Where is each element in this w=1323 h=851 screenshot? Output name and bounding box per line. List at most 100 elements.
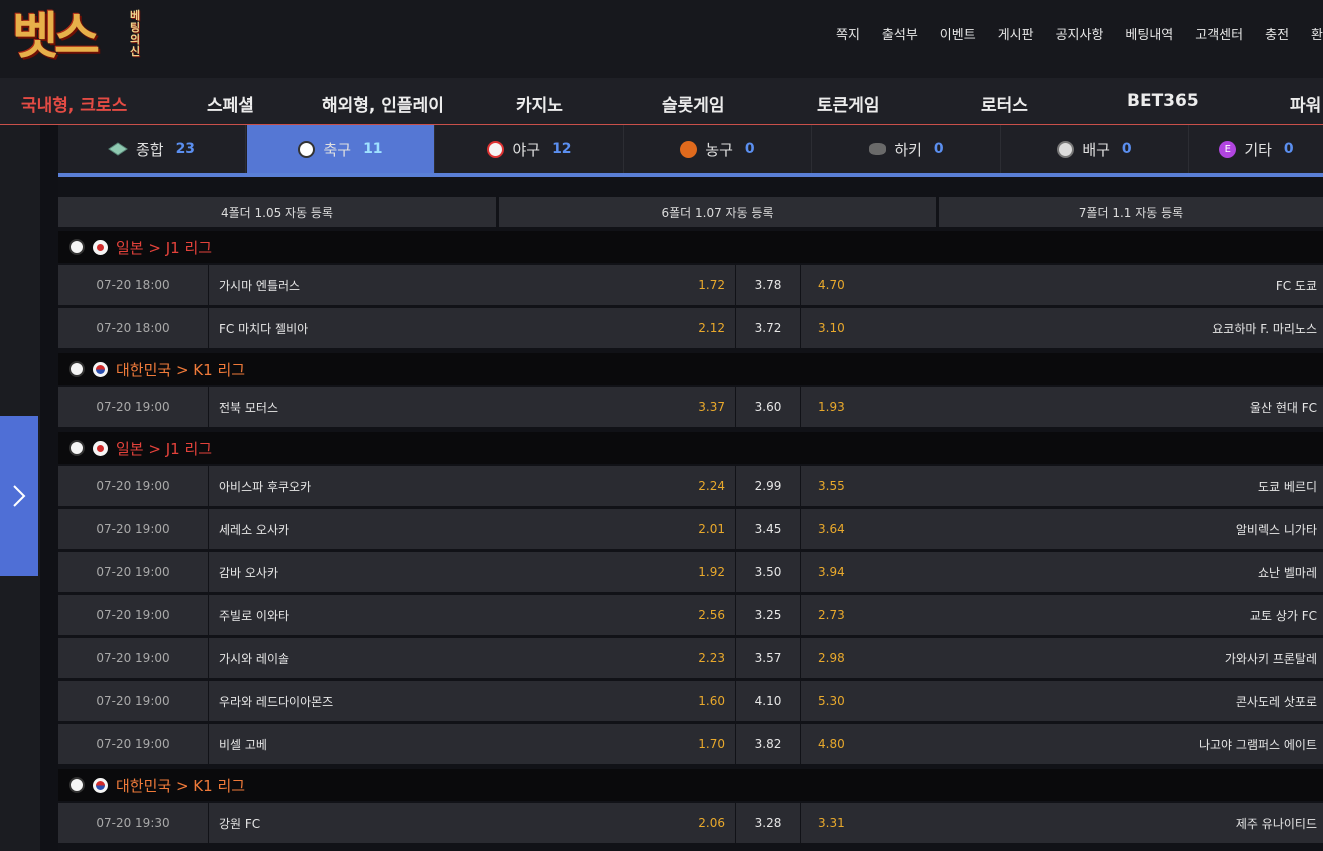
- top-nav-events[interactable]: 이벤트: [929, 24, 987, 43]
- away-bet-button[interactable]: 4.70 FC 도쿄: [801, 265, 1323, 305]
- main-nav-lotus[interactable]: 로터스: [981, 91, 1028, 116]
- away-odds: 3.31: [818, 816, 845, 830]
- top-nav-messages[interactable]: 쪽지: [825, 24, 871, 43]
- game-row: 07-20 19:00 우라와 레드다이아몬즈 1.60 4.10 5.30 콘사도…: [58, 681, 1323, 721]
- home-team: 가시와 레이솔: [219, 651, 290, 666]
- home-team: 가시마 엔틀러스: [219, 278, 301, 293]
- game-time: 07-20 18:00: [58, 308, 208, 348]
- draw-bet-button[interactable]: 3.45: [736, 509, 800, 549]
- bonus-6-folder-button[interactable]: 6폴더 1.07 자동 등록: [499, 197, 936, 227]
- soccer-icon: [69, 440, 85, 456]
- tab-other[interactable]: E 기타 0: [1190, 125, 1323, 173]
- draw-bet-button[interactable]: 3.50: [736, 552, 800, 592]
- volleyball-icon: [1057, 140, 1075, 158]
- home-team: 감바 오사카: [219, 565, 279, 580]
- draw-bet-button[interactable]: 3.78: [736, 265, 800, 305]
- main-nav-casino[interactable]: 카지노: [516, 91, 563, 116]
- tab-baseball[interactable]: 야구 12: [436, 125, 624, 173]
- game-time: 07-20 19:00: [58, 681, 208, 721]
- away-team: 콘사도레 삿포로: [1235, 694, 1317, 709]
- game-row: 07-20 19:30 강원 FC 2.06 3.28 3.31 제주 유나이티드: [58, 803, 1323, 843]
- home-bet-button[interactable]: 전북 모터스 3.37: [209, 387, 735, 427]
- game-time: 07-20 19:00: [58, 724, 208, 764]
- away-team: 도쿄 베르디: [1257, 479, 1317, 494]
- divider: [40, 125, 58, 851]
- away-odds: 3.64: [818, 522, 845, 536]
- away-bet-button[interactable]: 2.98 가와사키 프론탈레: [801, 638, 1323, 678]
- game-time: 07-20 19:00: [58, 509, 208, 549]
- top-nav-bet-history[interactable]: 베팅내역: [1114, 24, 1184, 43]
- home-bet-button[interactable]: 감바 오사카 1.92: [209, 552, 735, 592]
- draw-bet-button[interactable]: 3.28: [736, 803, 800, 843]
- away-bet-button[interactable]: 1.93 울산 현대 FC: [801, 387, 1323, 427]
- draw-bet-button[interactable]: 3.60: [736, 387, 800, 427]
- main-nav-overseas-inplay[interactable]: 해외형, 인플레이: [322, 91, 444, 116]
- soccer-icon: [298, 140, 316, 158]
- top-nav-exchange[interactable]: 환: [1300, 24, 1323, 43]
- basketball-icon: [680, 140, 698, 158]
- tab-basketball[interactable]: 농구 0: [624, 125, 812, 173]
- away-team: FC 도쿄: [1275, 278, 1317, 293]
- home-bet-button[interactable]: 우라와 레드다이아몬즈 1.60: [209, 681, 735, 721]
- top-nav-support[interactable]: 고객센터: [1184, 24, 1254, 43]
- tab-all[interactable]: 종합 23: [58, 125, 246, 173]
- home-odds: 1.70: [698, 737, 725, 751]
- main-nav-bet365[interactable]: BET365: [1127, 91, 1199, 111]
- main-nav-token[interactable]: 토큰게임: [817, 91, 880, 116]
- tab-count: 12: [552, 141, 572, 157]
- away-odds: 3.10: [818, 321, 845, 335]
- main-nav-power[interactable]: 파워: [1290, 91, 1321, 116]
- draw-bet-button[interactable]: 3.72: [736, 308, 800, 348]
- home-bet-button[interactable]: 비셀 고베 1.70: [209, 724, 735, 764]
- game-row: 07-20 18:00 FC 마치다 젤비아 2.12 3.72 3.10 요코하마…: [58, 308, 1323, 348]
- away-odds: 1.93: [818, 400, 845, 414]
- main-nav: 국내형, 크로스 스페셜 해외형, 인플레이 카지노 슬롯게임 토큰게임 로터스…: [0, 78, 1323, 125]
- draw-bet-button[interactable]: 3.25: [736, 595, 800, 635]
- top-nav-notices[interactable]: 공지사항: [1045, 24, 1115, 43]
- draw-bet-button[interactable]: 4.10: [736, 681, 800, 721]
- top-nav-attendance[interactable]: 출석부: [871, 24, 929, 43]
- soccer-icon: [69, 239, 85, 255]
- away-bet-button[interactable]: 3.31 제주 유나이티드: [801, 803, 1323, 843]
- home-bet-button[interactable]: FC 마치다 젤비아 2.12: [209, 308, 735, 348]
- home-bet-button[interactable]: 세레소 오사카 2.01: [209, 509, 735, 549]
- korea-flag-icon: [93, 361, 108, 377]
- home-bet-button[interactable]: 강원 FC 2.06: [209, 803, 735, 843]
- sidebar-expand-button[interactable]: [0, 416, 38, 576]
- main-nav-domestic-cross[interactable]: 국내형, 크로스: [21, 91, 127, 116]
- main-nav-slot[interactable]: 슬롯게임: [662, 91, 725, 116]
- tab-soccer[interactable]: 축구 11: [247, 125, 435, 173]
- site-logo[interactable]: 벳스 베팅의신: [12, 4, 152, 70]
- game-row: 07-20 19:00 주빌로 이와타 2.56 3.25 2.73 교토 상가 F…: [58, 595, 1323, 635]
- hockey-puck-icon: [869, 143, 887, 155]
- home-bet-button[interactable]: 가시마 엔틀러스 1.72: [209, 265, 735, 305]
- tab-label: 종합: [135, 140, 164, 159]
- top-nav-deposit[interactable]: 충전: [1254, 24, 1300, 43]
- top-nav-board[interactable]: 게시판: [987, 24, 1045, 43]
- home-odds: 1.72: [698, 278, 725, 292]
- home-bet-button[interactable]: 아비스파 후쿠오카 2.24: [209, 466, 735, 506]
- home-bet-button[interactable]: 주빌로 이와타 2.56: [209, 595, 735, 635]
- league-header: 대한민국 > K1 리그: [58, 353, 1323, 385]
- away-bet-button[interactable]: 5.30 콘사도레 삿포로: [801, 681, 1323, 721]
- bonus-7-folder-button[interactable]: 7폴더 1.1 자동 등록: [939, 197, 1323, 227]
- bonus-4-folder-button[interactable]: 4폴더 1.05 자동 등록: [58, 197, 496, 227]
- draw-bet-button[interactable]: 2.99: [736, 466, 800, 506]
- home-team: 아비스파 후쿠오카: [219, 479, 312, 494]
- away-bet-button[interactable]: 3.64 알비렉스 니가타: [801, 509, 1323, 549]
- tab-underline: [58, 173, 1323, 177]
- away-bet-button[interactable]: 4.80 나고야 그램퍼스 에이트: [801, 724, 1323, 764]
- away-bet-button[interactable]: 3.55 도쿄 베르디: [801, 466, 1323, 506]
- home-odds: 3.37: [698, 400, 725, 414]
- home-bet-button[interactable]: 가시와 레이솔 2.23: [209, 638, 735, 678]
- draw-bet-button[interactable]: 3.57: [736, 638, 800, 678]
- home-odds: 2.56: [698, 608, 725, 622]
- tab-hockey[interactable]: 하키 0: [813, 125, 1001, 173]
- main-nav-special[interactable]: 스페셜: [207, 91, 254, 116]
- away-bet-button[interactable]: 2.73 교토 상가 FC: [801, 595, 1323, 635]
- draw-bet-button[interactable]: 3.82: [736, 724, 800, 764]
- away-bet-button[interactable]: 3.94 쇼난 벨마레: [801, 552, 1323, 592]
- tab-volleyball[interactable]: 배구 0: [1001, 125, 1189, 173]
- all-sports-icon: [108, 142, 128, 156]
- away-bet-button[interactable]: 3.10 요코하마 F. 마리노스: [801, 308, 1323, 348]
